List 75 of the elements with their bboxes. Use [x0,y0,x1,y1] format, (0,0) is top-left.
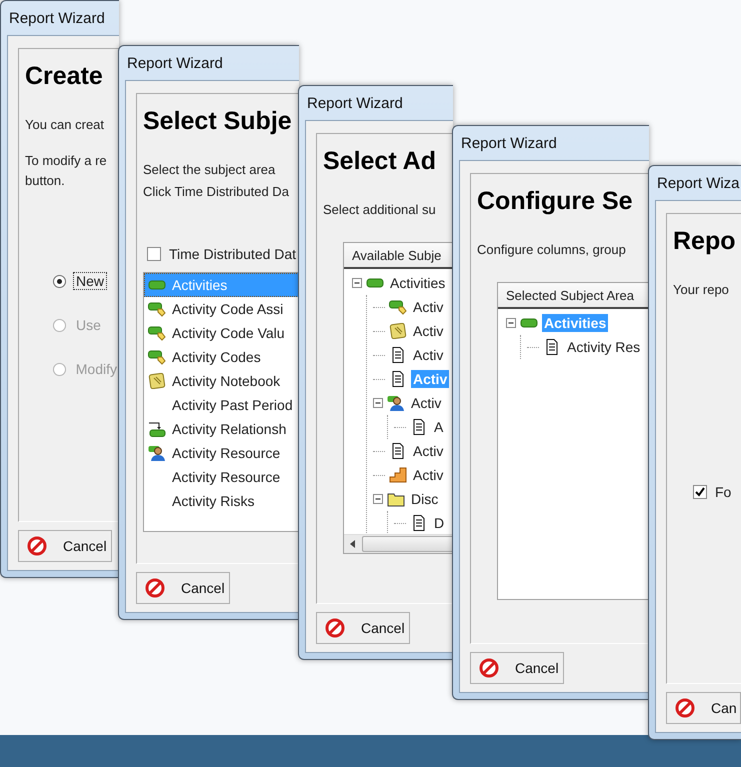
scroll-left-icon[interactable] [350,540,356,548]
list-item[interactable]: Activity Codes [144,345,299,369]
cancel-button[interactable]: Cancel [136,572,230,604]
folder-icon [387,491,405,507]
list-item[interactable]: Activity Relationsh [144,417,299,441]
list-item[interactable]: Activity Code Assi [144,297,299,321]
list-item[interactable]: Activity Notebook [144,369,299,393]
checkbox[interactable] [147,247,161,261]
instruction-text: button. [25,172,66,190]
window-title: Report Wizard [126,54,223,72]
arrow-bar-icon [148,421,166,437]
tree-item[interactable]: Disc [409,490,440,508]
tree-item[interactable]: Activities [388,274,448,292]
window-title: Report Wiza [656,174,740,192]
window-title: Report Wizard [8,10,105,26]
steps-icon [389,467,407,483]
page-heading: Select Subje [143,106,293,136]
instruction-text: You can creat [25,116,106,134]
list-item[interactable]: Activity Code Valu [144,321,299,345]
checkbox[interactable] [693,485,707,499]
list-item[interactable]: Activity Resource [144,441,299,465]
page-heading: Configure Se [477,186,634,216]
option-label: Modify [74,361,118,377]
list-item[interactable]: Activity Resource [144,465,299,489]
tree-item[interactable]: Activ [409,394,444,412]
tag-icon [389,299,407,315]
tree-item[interactable]: Activ [411,346,446,364]
tree-item[interactable]: D [432,514,446,532]
page-heading: Select Ad [323,146,438,176]
collapse-icon[interactable] [373,494,383,504]
tree-item[interactable]: Activ [411,442,446,460]
cancel-button[interactable]: Cancel [470,652,564,684]
collapse-icon[interactable] [352,278,362,288]
collapse-icon[interactable] [506,318,516,328]
cancel-button[interactable]: Can [666,692,741,724]
prohibited-icon [479,658,499,678]
list-item[interactable]: Activity Past Period [144,393,299,417]
window-title: Report Wizard [306,94,403,112]
cancel-button[interactable]: Cancel [316,612,410,644]
tree-item[interactable]: A [432,418,446,436]
collapse-icon[interactable] [373,398,383,408]
option-label: New [74,273,106,289]
tree-item[interactable]: Activity Res [565,338,642,356]
radio-button[interactable] [53,274,66,288]
list-item[interactable]: Activity Risks [144,489,299,513]
person-icon [148,445,166,461]
page-heading: Repo [673,226,736,256]
instruction-text: To modify a re [25,152,108,170]
window-title: Report Wizard [460,134,557,152]
tag-icon [148,349,166,365]
instruction-text: Configure columns, group [477,241,627,259]
prohibited-icon [27,536,47,556]
column-header: Selected Subject Area [498,283,649,309]
prohibited-icon [145,578,165,598]
instruction-text: Click Time Distributed Da [143,183,290,201]
checkbox-label: Fo [715,484,732,500]
tag-icon [148,325,166,341]
notebook-icon [148,373,166,389]
prohibited-icon [325,618,345,638]
checkbox-label: Time Distributed Dat [169,246,296,262]
notebook-icon [389,323,407,339]
option-label: Use [75,317,102,333]
person-icon [387,395,405,411]
tree-item[interactable]: Activ [411,298,446,316]
instruction-text: Your repo [673,281,730,299]
prohibited-icon [675,698,695,718]
tag-icon [148,301,166,317]
instruction-text: Select additional su [323,201,437,219]
page-heading: Create [25,61,104,91]
horizontal-scrollbar[interactable] [344,534,453,553]
tree-item[interactable]: Activ [411,466,446,484]
cancel-button[interactable]: Cancel [18,530,112,562]
instruction-text: Select the subject area [143,161,276,179]
column-header: Available Subje [344,243,453,269]
tree-item[interactable]: Activ [411,322,446,340]
